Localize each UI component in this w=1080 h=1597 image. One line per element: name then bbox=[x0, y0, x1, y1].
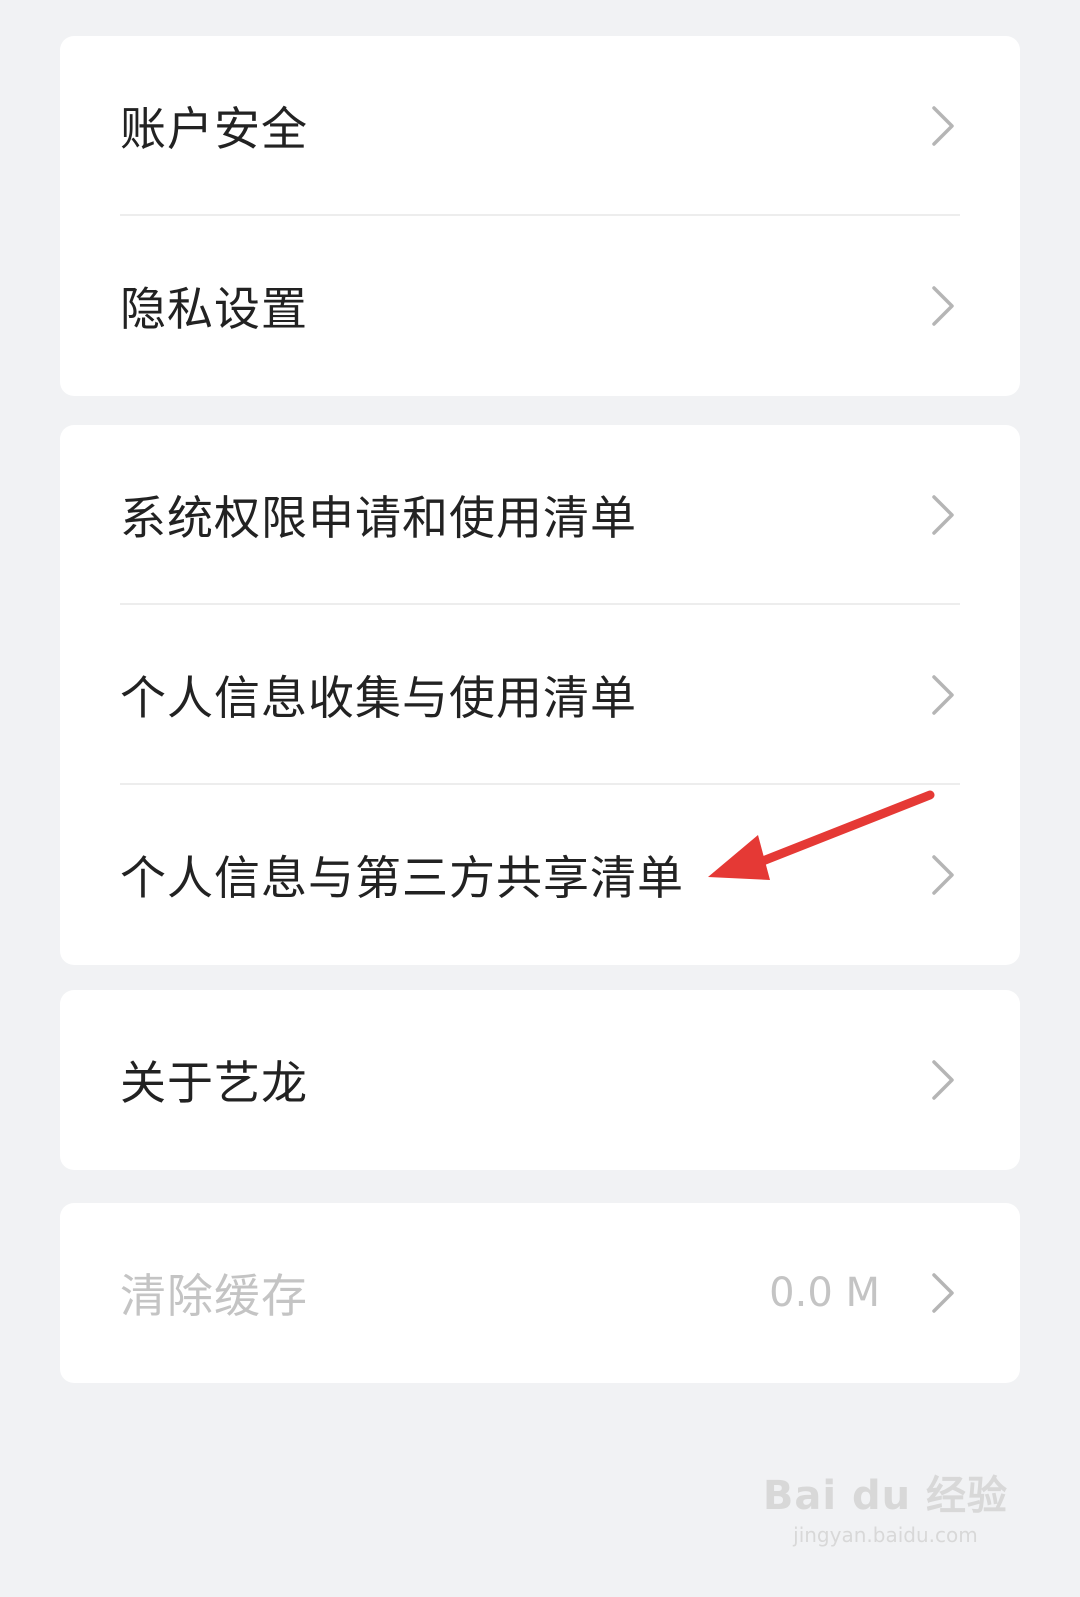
chevron-right-icon bbox=[928, 493, 958, 537]
menu-item-label: 关于艺龙 bbox=[120, 1056, 308, 1110]
watermark-logo: Bai du 经验 bbox=[762, 1473, 1008, 1519]
menu-item-label: 清除缓存 bbox=[120, 1269, 308, 1323]
about-card: 关于艺龙 bbox=[60, 990, 1020, 1170]
watermark-url: jingyan.baidu.com bbox=[793, 1523, 978, 1547]
menu-item-account-security[interactable]: 账户安全 bbox=[60, 36, 1020, 216]
chevron-right-icon bbox=[928, 104, 958, 148]
menu-item-permission-list[interactable]: 系统权限申请和使用清单 bbox=[60, 425, 1020, 605]
chevron-right-icon bbox=[928, 1271, 958, 1315]
annotation-arrow-head bbox=[708, 835, 770, 880]
chevron-right-icon bbox=[928, 284, 958, 328]
annotation-arrow-shaft bbox=[735, 790, 935, 875]
menu-item-personal-info-collection-list[interactable]: 个人信息收集与使用清单 bbox=[60, 605, 1020, 785]
menu-item-clear-cache[interactable]: 清除缓存 0.0 M bbox=[60, 1203, 1020, 1383]
watermark: Bai du 经验 jingyan.baidu.com bbox=[763, 1463, 1008, 1547]
chevron-right-icon bbox=[928, 1058, 958, 1102]
menu-item-label: 账户安全 bbox=[120, 102, 308, 156]
menu-item-label: 个人信息收集与使用清单 bbox=[120, 671, 637, 725]
cache-size-value: 0.0 M bbox=[769, 1270, 880, 1316]
menu-item-privacy-settings[interactable]: 隐私设置 bbox=[60, 216, 1020, 396]
menu-item-label: 系统权限申请和使用清单 bbox=[120, 491, 637, 545]
account-settings-card: 账户安全 隐私设置 bbox=[60, 36, 1020, 396]
menu-item-label: 隐私设置 bbox=[120, 282, 308, 336]
annotation-arrow-icon bbox=[708, 790, 935, 880]
menu-item-about[interactable]: 关于艺龙 bbox=[60, 990, 1020, 1170]
cache-card: 清除缓存 0.0 M bbox=[60, 1203, 1020, 1383]
menu-item-label: 个人信息与第三方共享清单 bbox=[120, 851, 684, 905]
chevron-right-icon bbox=[928, 673, 958, 717]
